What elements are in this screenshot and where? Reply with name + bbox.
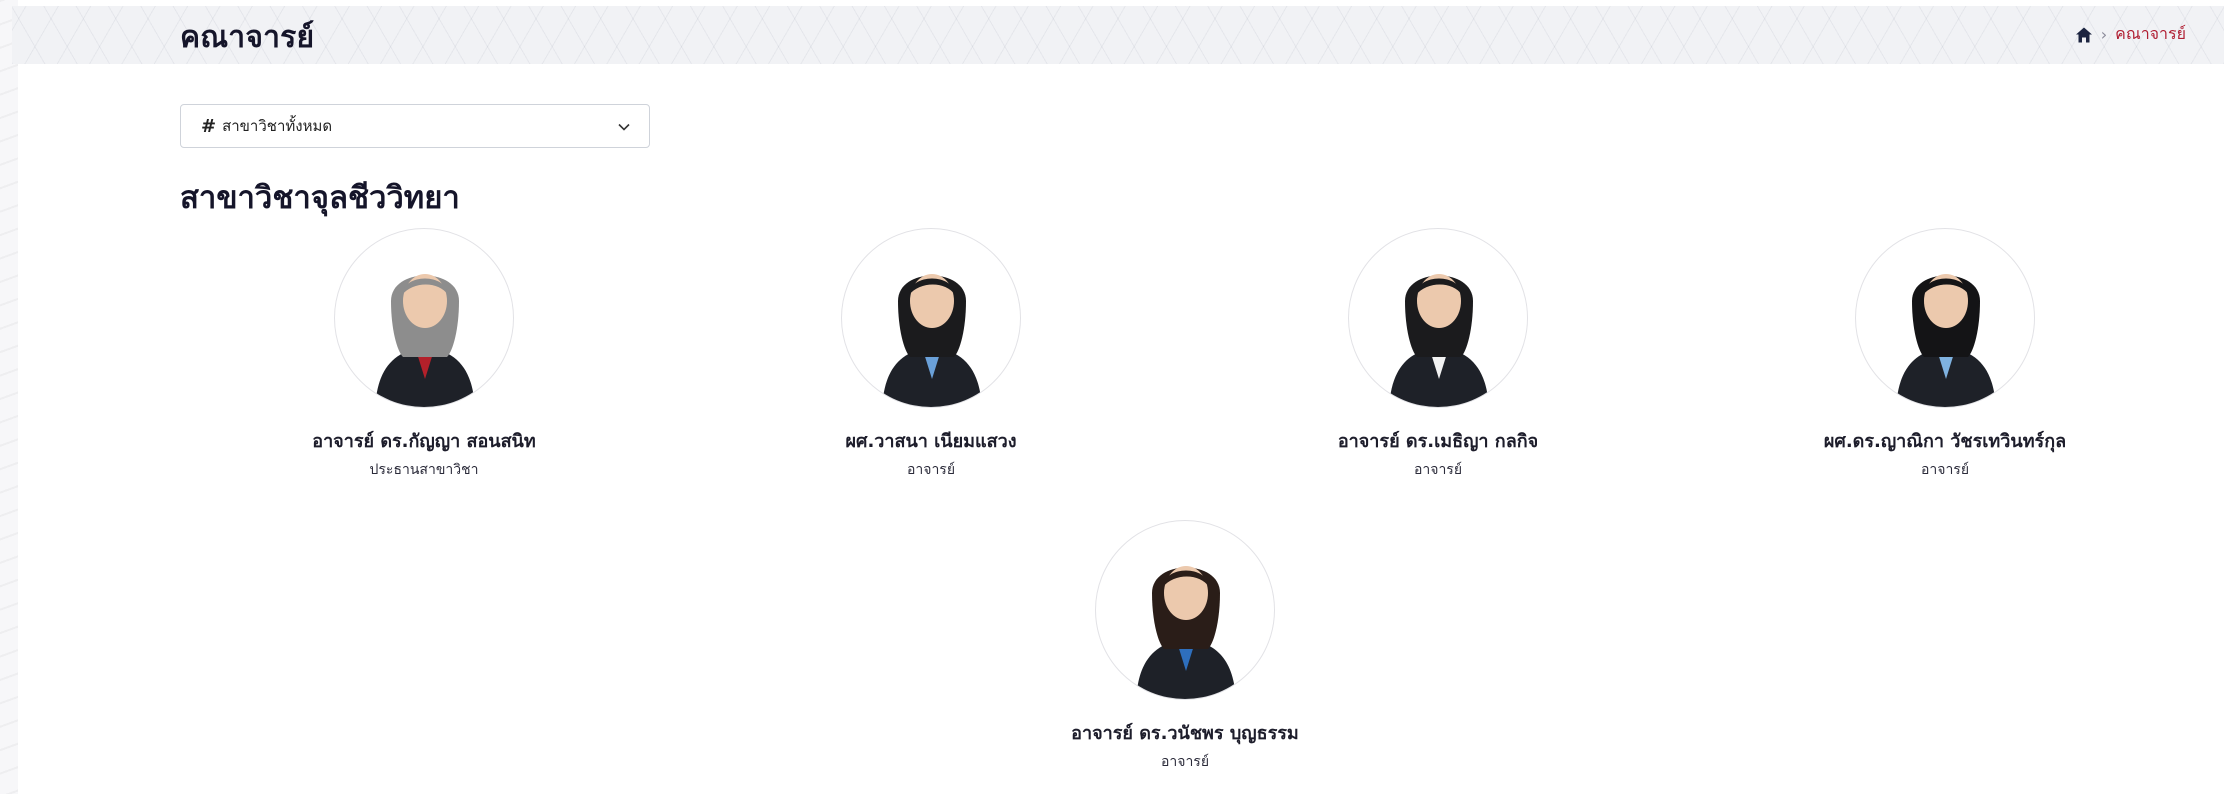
hash-icon: # [201, 115, 217, 137]
faculty-role: อาจารย์ [906, 462, 956, 478]
page-title: คณาจารย์ [180, 20, 315, 55]
faculty-name[interactable]: ผศ.วาสนา เนียมแสวง [781, 426, 1081, 455]
faculty-photo [1855, 228, 2035, 408]
faculty-name[interactable]: ผศ.ดร.ญาณิกา วัชรเทวินทร์กุล [1795, 426, 2095, 455]
faculty-card[interactable]: ผศ.วาสนา เนียมแสวงอาจารย์ [781, 228, 1081, 481]
faculty-card[interactable]: อาจารย์ ดร.วนัชพร บุญธรรมอาจารย์ [1035, 520, 1335, 773]
faculty-photo [1348, 228, 1528, 408]
faculty-role: อาจารย์ [1413, 462, 1463, 478]
page-header: คณาจารย์ › คณาจารย์ [12, 6, 2224, 64]
department-filter-label: สาขาวิชาทั้งหมด [222, 117, 333, 135]
faculty-name[interactable]: อาจารย์ ดร.วนัชพร บุญธรรม [1035, 718, 1335, 747]
faculty-photo [841, 228, 1021, 408]
section-title: สาขาวิชาจุลชีววิทยา [180, 180, 460, 216]
faculty-card[interactable]: อาจารย์ ดร.เมธิญา กลกิจอาจารย์ [1288, 228, 1588, 481]
faculty-card[interactable]: ผศ.ดร.ญาณิกา วัชรเทวินทร์กุลอาจารย์ [1795, 228, 2095, 481]
faculty-role: ประธานสาขาวิชา [369, 462, 479, 478]
faculty-name[interactable]: อาจารย์ ดร.เมธิญา กลกิจ [1288, 426, 1588, 455]
faculty-role: อาจารย์ [1920, 462, 1970, 478]
faculty-card[interactable]: อาจารย์ ดร.กัญญา สอนสนิทประธานสาขาวิชา [274, 228, 574, 481]
department-filter-select[interactable]: # สาขาวิชาทั้งหมด [180, 104, 650, 148]
left-decor-strip [0, 0, 18, 794]
breadcrumb-current: คณาจารย์ [2115, 24, 2186, 43]
breadcrumb: › คณาจารย์ [2075, 22, 2186, 47]
faculty-name[interactable]: อาจารย์ ดร.กัญญา สอนสนิท [274, 426, 574, 455]
faculty-photo [334, 228, 514, 408]
chevron-down-icon [617, 119, 631, 133]
home-icon[interactable] [2075, 26, 2093, 44]
faculty-role: อาจารย์ [1160, 754, 1210, 770]
faculty-photo [1095, 520, 1275, 700]
breadcrumb-separator-icon: › [2100, 25, 2108, 44]
